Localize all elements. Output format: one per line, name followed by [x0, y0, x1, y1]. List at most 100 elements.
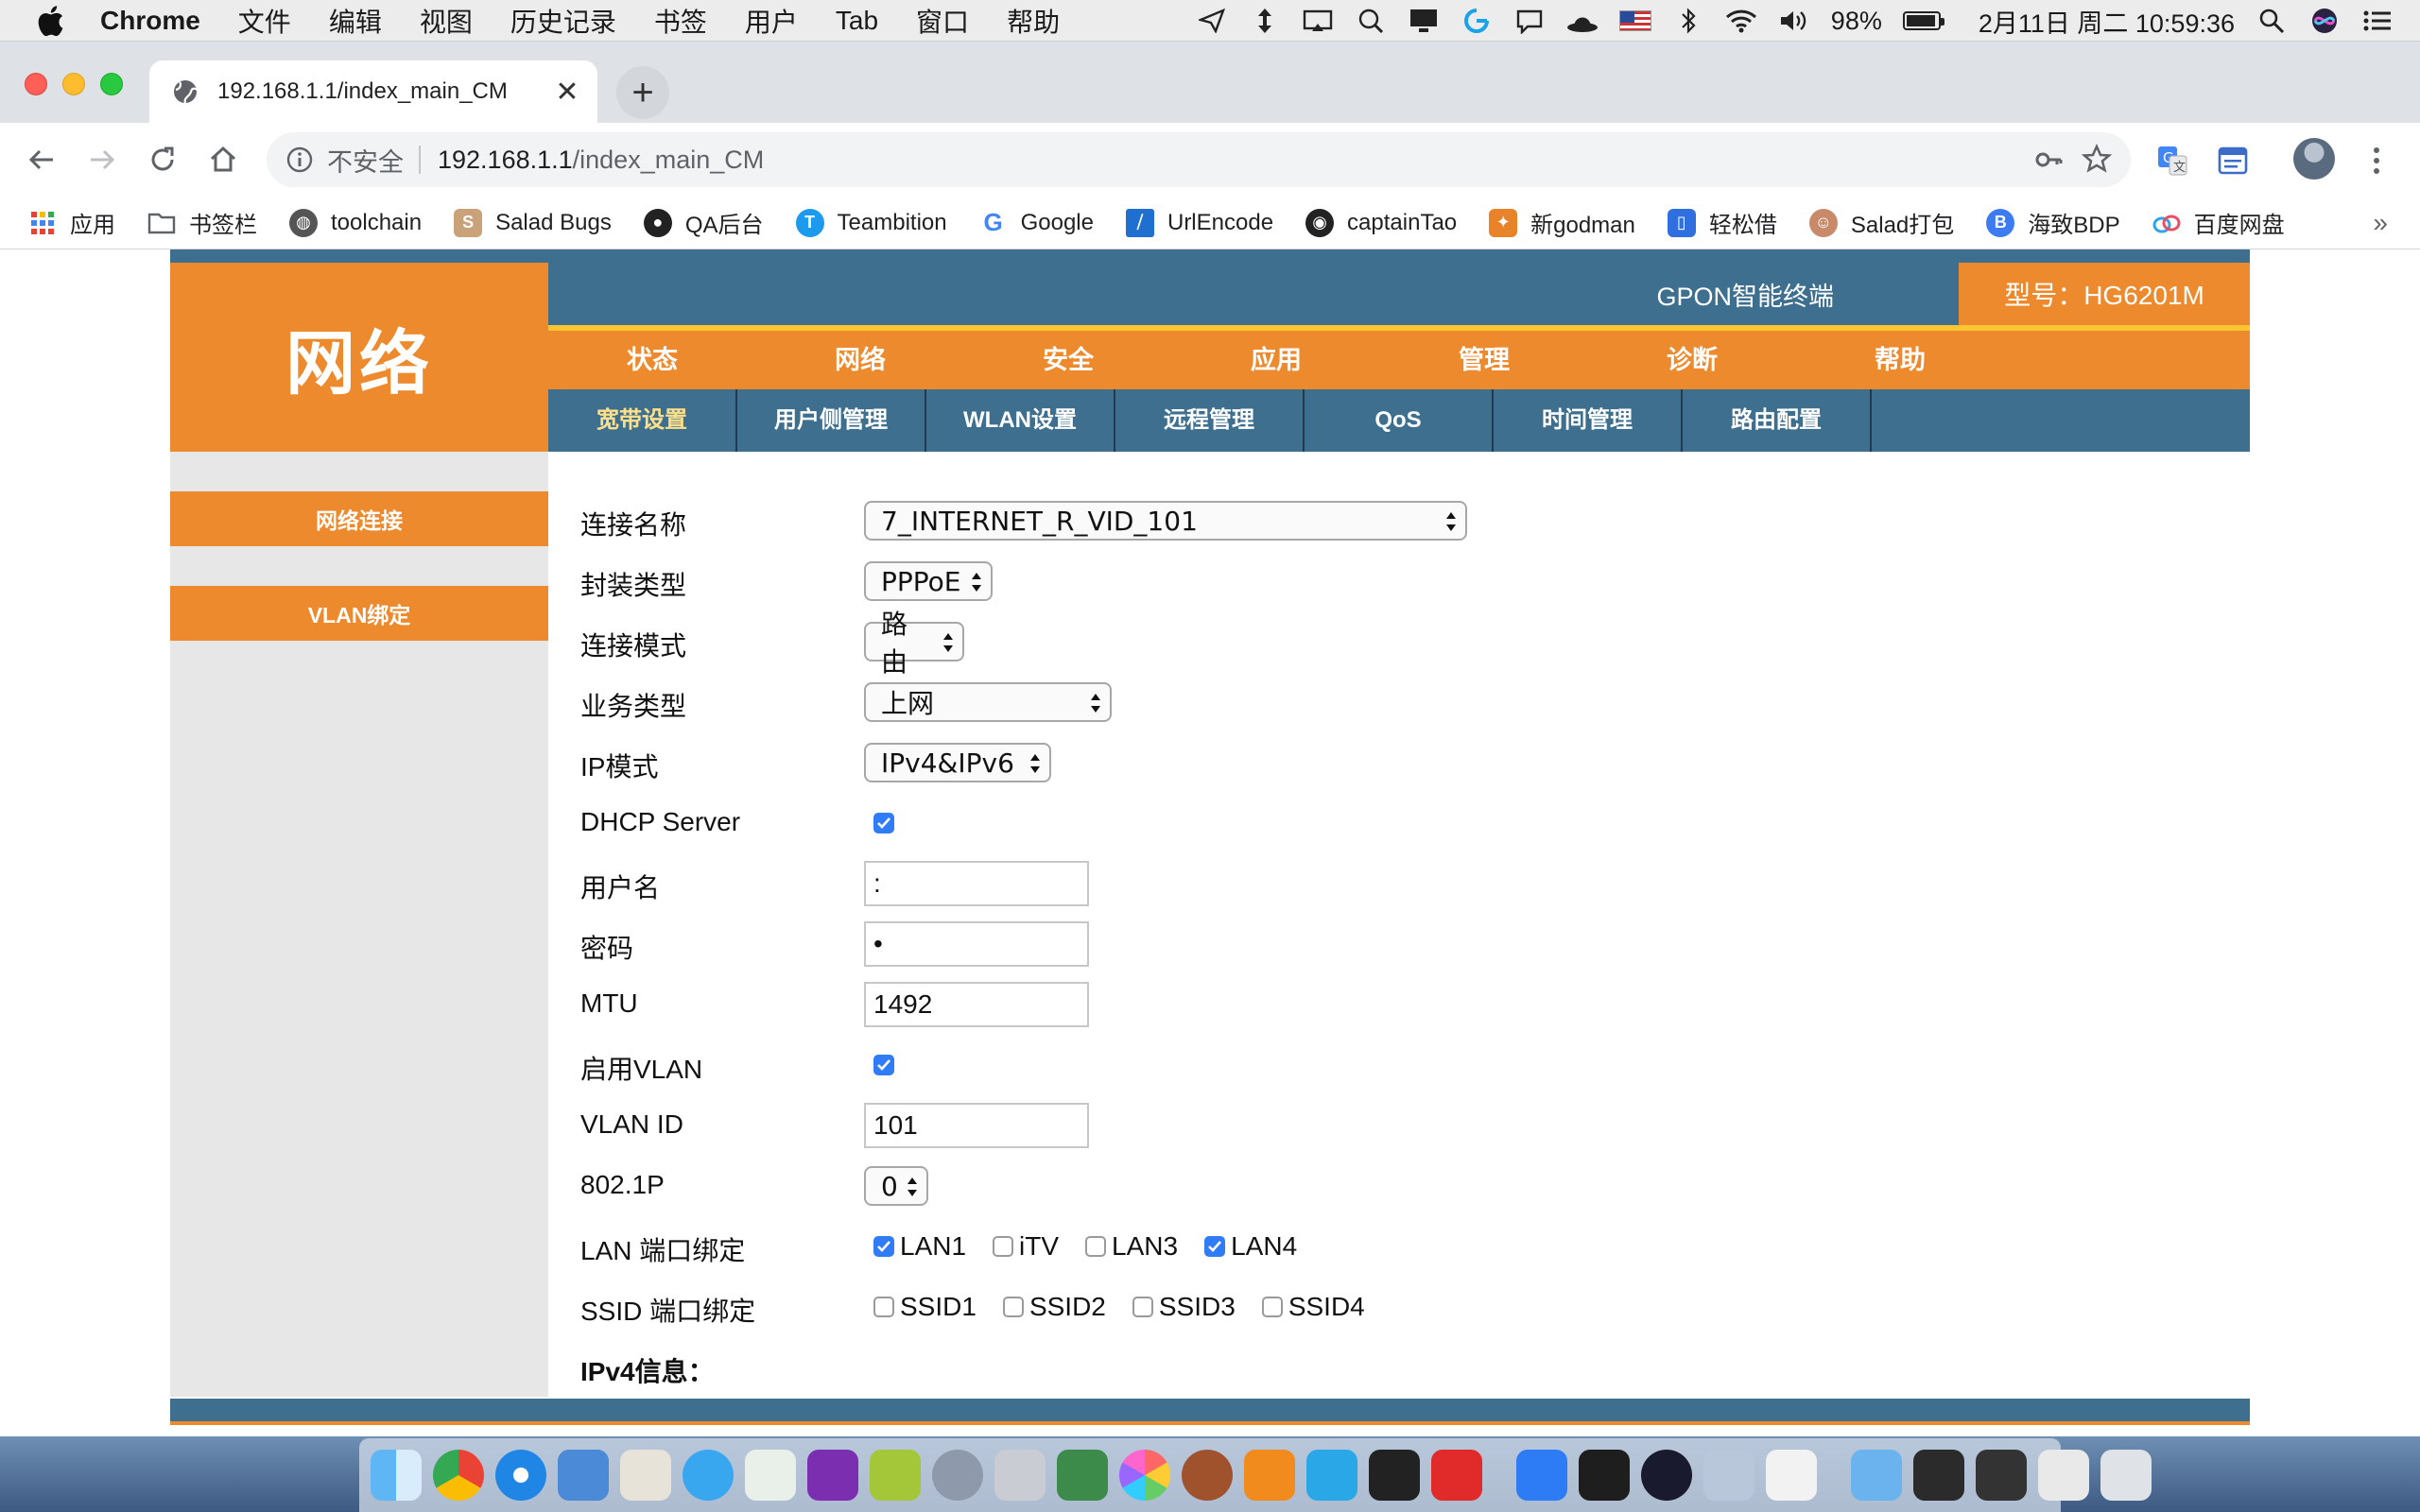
reload-icon[interactable]	[142, 139, 183, 180]
window-thumb-icon[interactable]	[1976, 1450, 2027, 1501]
sub-nav-wlan[interactable]: WLAN设置	[926, 389, 1115, 452]
teapot-icon[interactable]	[620, 1450, 671, 1501]
screenshot-app-icon[interactable]	[994, 1450, 1046, 1501]
apple-logo-icon[interactable]	[36, 5, 72, 37]
sub-nav-user-side[interactable]: 用户侧管理	[737, 389, 926, 452]
android-studio-icon[interactable]	[1057, 1450, 1108, 1501]
translate-extension-icon[interactable]: G文	[2155, 144, 2189, 178]
priority-select[interactable]: 0	[864, 1166, 928, 1206]
ssid1-checkbox[interactable]	[873, 1297, 894, 1317]
chrome-menu-icon[interactable]	[2363, 144, 2390, 178]
ssid3-checkbox[interactable]	[1132, 1297, 1153, 1317]
photos-icon[interactable]	[1119, 1450, 1170, 1501]
close-window-button[interactable]	[25, 73, 47, 95]
launchpad-icon[interactable]	[932, 1450, 983, 1501]
chrome-icon[interactable]	[433, 1450, 484, 1501]
notification-center-icon[interactable]	[2361, 7, 2394, 35]
quicktime-icon[interactable]	[1641, 1450, 1692, 1501]
bookmark-item[interactable]: S Salad Bugs	[454, 208, 612, 237]
preview-icon[interactable]	[1703, 1450, 1754, 1501]
postman-icon[interactable]	[1306, 1450, 1357, 1501]
lan3-checkbox[interactable]	[1085, 1236, 1107, 1257]
sub-nav-routing[interactable]: 路由配置	[1683, 389, 1872, 452]
android-icon[interactable]	[870, 1450, 921, 1501]
sublime-text-icon[interactable]	[1244, 1450, 1295, 1501]
logitech-icon[interactable]	[1461, 7, 1493, 35]
vlan-id-input[interactable]: 101	[864, 1103, 1089, 1148]
forward-icon[interactable]	[81, 139, 123, 180]
menu-bookmarks[interactable]: 书签	[654, 2, 707, 40]
info-icon[interactable]	[285, 146, 314, 174]
minimize-window-button[interactable]	[62, 73, 85, 95]
terminal-icon[interactable]	[1579, 1450, 1630, 1501]
active-tab[interactable]: 192.168.1.1/index_main_CM ✕	[149, 60, 597, 123]
zoom-window-button[interactable]	[100, 73, 123, 95]
chat-bubble-icon[interactable]	[1513, 7, 1546, 35]
reader-extension-icon[interactable]	[2216, 144, 2250, 178]
trash-icon[interactable]	[2100, 1450, 2152, 1501]
bookmark-item[interactable]: ☺ Salad打包	[1808, 206, 1954, 239]
address-bar[interactable]: 不安全 192.168.1.1 /index_main_CM	[267, 132, 2131, 187]
youdao-icon[interactable]	[1431, 1450, 1482, 1501]
sub-nav-remote[interactable]: 远程管理	[1115, 389, 1305, 452]
display-icon[interactable]	[1408, 7, 1440, 35]
back-icon[interactable]	[21, 139, 62, 180]
volume-icon[interactable]	[1778, 7, 1810, 35]
new-tab-button[interactable]: +	[616, 66, 669, 119]
username-input[interactable]: :	[864, 861, 1089, 906]
ssid2-checkbox[interactable]	[1002, 1297, 1024, 1317]
terminal-dock-icon[interactable]	[1369, 1450, 1420, 1501]
lanhu-icon[interactable]	[1516, 1450, 1567, 1501]
screenshot-icon[interactable]	[1355, 7, 1387, 35]
service-type-select[interactable]: 上网	[864, 682, 1112, 722]
bookmark-item[interactable]: ● QA后台	[643, 206, 764, 239]
bookmark-item[interactable]: ✦ 新godman	[1489, 206, 1635, 239]
send-icon[interactable]	[1196, 7, 1228, 35]
ssid4-checkbox[interactable]	[1261, 1297, 1283, 1317]
main-nav-network[interactable]: 网络	[756, 331, 964, 389]
onenote-icon[interactable]	[807, 1450, 858, 1501]
sub-nav-broadband[interactable]: 宽带设置	[548, 389, 737, 452]
main-nav-management[interactable]: 管理	[1380, 331, 1588, 389]
menu-edit[interactable]: 编辑	[329, 2, 382, 40]
dhcp-server-checkbox[interactable]	[873, 813, 894, 833]
lan4-checkbox[interactable]	[1204, 1236, 1226, 1257]
menu-chrome[interactable]: Chrome	[100, 6, 200, 36]
window-thumb-icon[interactable]	[2038, 1450, 2089, 1501]
main-nav-application[interactable]: 应用	[1172, 331, 1380, 389]
conn-mode-select[interactable]: 路由	[864, 609, 964, 678]
main-nav-status[interactable]: 状态	[548, 331, 756, 389]
bookmark-folder[interactable]: 书签栏	[147, 206, 257, 239]
menu-tab[interactable]: Tab	[836, 6, 878, 36]
wifi-icon[interactable]	[1725, 7, 1757, 35]
bookmark-item[interactable]: ◍ toolchain	[289, 208, 422, 237]
bookmark-star-icon[interactable]	[2081, 143, 2113, 180]
bookmark-item[interactable]: 应用	[28, 206, 115, 239]
bookmark-item[interactable]: ⧸ UrlEncode	[1125, 208, 1273, 237]
menu-view[interactable]: 视图	[420, 2, 473, 40]
us-flag-input-source-icon[interactable]	[1618, 10, 1651, 31]
bookmark-item[interactable]: ▯ 轻松借	[1667, 206, 1777, 239]
folder-stack-icon[interactable]	[1851, 1450, 1902, 1501]
menu-help[interactable]: 帮助	[1007, 2, 1060, 40]
ip-mode-select[interactable]: IPv4&IPv6	[864, 743, 1051, 782]
menu-history[interactable]: 历史记录	[510, 2, 616, 40]
up-down-arrows-icon[interactable]	[1249, 7, 1281, 35]
close-tab-icon[interactable]: ✕	[548, 73, 586, 111]
enable-vlan-checkbox[interactable]	[873, 1055, 894, 1075]
side-nav-vlan-binding[interactable]: VLAN绑定	[170, 586, 548, 641]
menu-window[interactable]: 窗口	[916, 2, 969, 40]
mtu-input[interactable]: 1492	[864, 982, 1089, 1027]
menu-file[interactable]: 文件	[238, 2, 291, 40]
chat-app-icon[interactable]	[683, 1450, 734, 1501]
connection-name-select[interactable]: 7_INTERNET_R_VID_101	[864, 501, 1467, 541]
more-bookmarks-icon[interactable]: »	[2373, 208, 2388, 238]
window-thumb-icon[interactable]	[1913, 1450, 1964, 1501]
saved-password-key-icon[interactable]	[2034, 146, 2063, 180]
hat-icon[interactable]	[1566, 7, 1599, 35]
siri-icon[interactable]	[2308, 7, 2341, 35]
bookmark-item[interactable]: T Teambition	[795, 208, 947, 237]
bookmark-item[interactable]: B 海致BDP	[1986, 206, 2120, 239]
itv-checkbox[interactable]	[993, 1236, 1014, 1257]
finder-icon[interactable]	[371, 1450, 422, 1501]
